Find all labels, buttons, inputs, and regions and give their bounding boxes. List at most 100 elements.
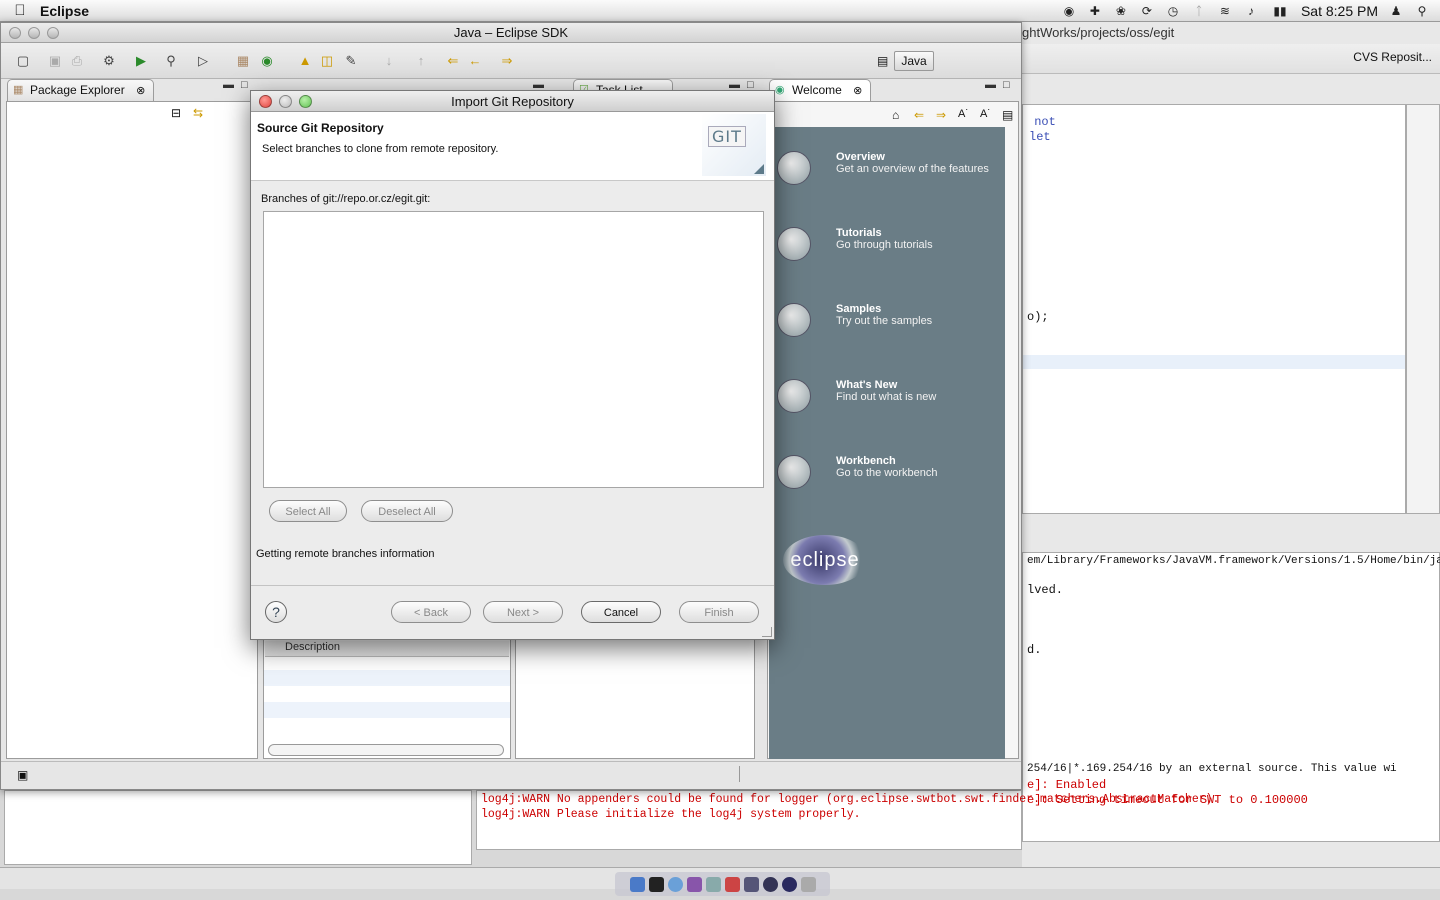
menubar-clock[interactable]: Sat 8:25 PM [1301, 3, 1378, 19]
help-button[interactable]: ? [265, 601, 287, 623]
cvs-repositories-perspective-button[interactable]: CVS Reposit... [1353, 50, 1432, 64]
tab-welcome[interactable]: ◉ Welcome ⊗ [769, 79, 872, 101]
select-all-button[interactable]: Select All [269, 500, 347, 522]
minimize-icon[interactable]: ▬ [985, 79, 996, 91]
dialog-zoom-button[interactable] [299, 95, 312, 108]
app-icon[interactable] [762, 876, 778, 892]
tab-package-explorer[interactable]: ▦ Package Explorer ⊗ [7, 79, 155, 101]
next-button[interactable]: Next > [483, 601, 563, 623]
welcome-item-title: Samples [836, 303, 882, 315]
close-icon[interactable]: ⊗ [136, 85, 145, 97]
user-icon[interactable]: ♟ [1388, 4, 1404, 18]
log-output[interactable]: log4j:WARN No appenders could be found f… [476, 790, 1219, 850]
open-type-icon[interactable]: ▲ [297, 53, 313, 69]
zoom-out-icon[interactable]: A˙ [958, 108, 969, 120]
import-git-repository-dialog: Import Git Repository Source Git Reposit… [250, 90, 775, 640]
zoom-in-icon[interactable]: A˙ [980, 108, 991, 120]
resize-grip[interactable] [762, 627, 772, 637]
previous-annotation-icon[interactable]: ↑ [413, 53, 429, 69]
window-minimize-button[interactable] [28, 27, 40, 39]
open-folder-icon[interactable]: ◫ [319, 53, 335, 69]
eclipse-dock-icon[interactable] [781, 876, 797, 892]
welcome-item-whats-new[interactable]: What's New Find out what is new [769, 375, 1005, 423]
table-row[interactable] [264, 670, 510, 686]
main-window-titlebar[interactable]: Java – Eclipse SDK [1, 23, 1021, 43]
link-with-editor-icon[interactable]: ⇆ [193, 106, 203, 120]
finish-button[interactable]: Finish [679, 601, 759, 623]
external-tools-icon[interactable]: ▷ [195, 53, 211, 69]
eye-icon[interactable]: ◉ [1061, 4, 1077, 18]
fast-view-icon[interactable]: ▣ [17, 768, 28, 782]
app-icon[interactable] [743, 876, 759, 892]
horizontal-scrollbar[interactable] [268, 744, 504, 756]
save-icon[interactable]: ▣ [47, 53, 63, 69]
welcome-content-panel: Overview Get an overview of the features… [769, 127, 1005, 759]
battery-icon[interactable]: ▮▮ [1269, 4, 1291, 18]
run-icon[interactable]: ▶ [133, 53, 149, 69]
next-annotation-icon[interactable]: ↓ [381, 53, 397, 69]
debug-icon[interactable]: ⚙ [101, 53, 117, 69]
dialog-minimize-button[interactable] [279, 95, 292, 108]
tab-label: Welcome [792, 83, 842, 97]
task-list-view[interactable] [515, 633, 755, 759]
java-perspective-button[interactable]: Java [894, 51, 934, 71]
sync-icon[interactable]: ⟳ [1139, 4, 1155, 18]
wifi-icon[interactable]: ≋ [1217, 4, 1233, 18]
safari-icon[interactable] [667, 876, 683, 892]
forward-icon[interactable]: ⇒ [936, 108, 946, 122]
dialog-titlebar[interactable]: Import Git Repository [251, 91, 774, 112]
maximize-icon[interactable]: □ [241, 79, 248, 91]
new-package-icon[interactable]: ▦ [235, 53, 251, 69]
description-column-header[interactable]: Description [265, 641, 509, 657]
dialog-close-button[interactable] [259, 95, 272, 108]
search-icon[interactable]: ⚲ [163, 53, 179, 69]
new-class-icon[interactable]: ◉ [259, 53, 275, 69]
app-menu-name[interactable]: Eclipse [40, 3, 89, 19]
welcome-item-samples[interactable]: Samples Try out the samples [769, 299, 1005, 347]
plus-icon[interactable]: ✚ [1087, 4, 1103, 18]
finder-icon[interactable] [629, 876, 645, 892]
volume-icon[interactable]: ♪ [1243, 4, 1259, 18]
paw-icon[interactable]: ❀ [1113, 4, 1129, 18]
minimize-icon[interactable]: ▬ [223, 79, 234, 91]
welcome-item-overview[interactable]: Overview Get an overview of the features [769, 147, 1005, 195]
pencil-icon[interactable]: ✎ [343, 53, 359, 69]
back-dropdown-icon[interactable]: ← [467, 53, 483, 69]
close-icon[interactable]: ⊗ [853, 85, 862, 97]
welcome-item-tutorials[interactable]: Tutorials Go through tutorials [769, 223, 1005, 271]
home-icon[interactable]: ⌂ [892, 108, 899, 122]
globe-icon [777, 151, 811, 185]
apple-icon[interactable]:  [0, 2, 40, 19]
code-editor[interactable]: not let o); [1022, 104, 1406, 514]
forward-icon[interactable]: ⇒ [499, 53, 515, 69]
welcome-item-workbench[interactable]: Workbench Go to the workbench [769, 451, 1005, 499]
itunes-icon[interactable] [686, 876, 702, 892]
back-button[interactable]: < Back [391, 601, 471, 623]
app-icon[interactable] [724, 876, 740, 892]
package-explorer-view[interactable]: ⊟ ⇆ [6, 101, 258, 759]
background-window-title: ghtWorks/projects/oss/egit [1022, 25, 1175, 40]
trash-icon[interactable] [800, 876, 816, 892]
window-zoom-button[interactable] [47, 27, 59, 39]
terminal-icon[interactable] [648, 876, 664, 892]
bottom-left-view[interactable] [4, 790, 472, 865]
eclipse-logo: eclipse [783, 535, 867, 585]
new-icon[interactable]: ▢ [15, 53, 31, 69]
time-machine-icon[interactable]: ◷ [1165, 4, 1181, 18]
spotlight-icon[interactable]: ⚲ [1414, 4, 1430, 18]
customize-page-icon[interactable]: ▤ [1002, 108, 1013, 122]
table-row[interactable] [264, 702, 510, 718]
branch-list[interactable] [263, 211, 764, 488]
open-perspective-icon[interactable]: ▤ [877, 54, 888, 68]
back-icon[interactable]: ⇐ [914, 108, 924, 122]
app-icon[interactable] [705, 876, 721, 892]
bluetooth-icon[interactable]: ᛏ [1191, 4, 1207, 18]
collapse-all-icon[interactable]: ⊟ [171, 106, 181, 120]
editor-overview-ruler[interactable] [1406, 104, 1440, 514]
cancel-button[interactable]: Cancel [581, 601, 661, 623]
print-icon[interactable]: ⎙ [69, 53, 85, 69]
window-close-button[interactable] [9, 27, 21, 39]
back-icon[interactable]: ⇐ [445, 53, 461, 69]
maximize-icon[interactable]: □ [1003, 79, 1010, 91]
deselect-all-button[interactable]: Deselect All [361, 500, 453, 522]
